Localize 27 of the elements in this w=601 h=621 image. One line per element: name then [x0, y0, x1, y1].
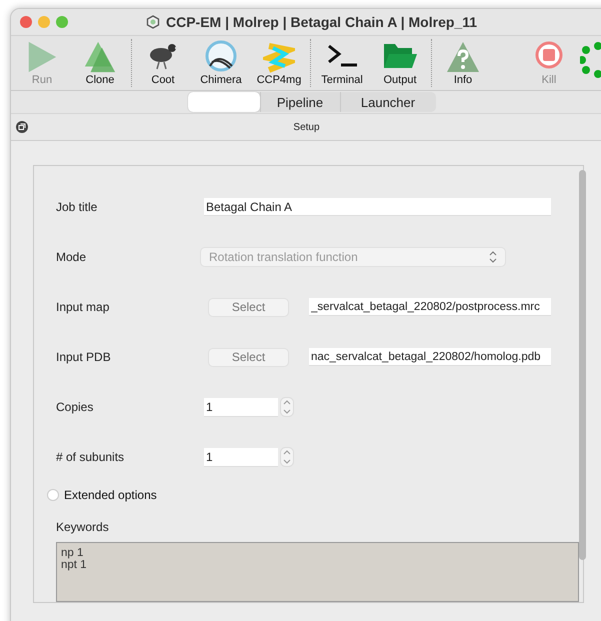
- toolbar-button[interactable]: Clone: [77, 40, 123, 90]
- field-label: Input PDB: [56, 350, 112, 364]
- toolbar-button[interactable]: Chimera: [198, 40, 244, 90]
- keywords-textarea[interactable]: np 1 npt 1: [56, 542, 579, 602]
- radio-label: Extended options: [64, 488, 157, 502]
- field-label: # of subunits: [56, 450, 126, 464]
- field-label: Input map: [56, 300, 110, 314]
- number-field[interactable]: 1: [204, 448, 278, 466]
- select-button[interactable]: Select: [208, 298, 289, 316]
- tab[interactable]: Launcher: [340, 92, 436, 112]
- toolbar-button[interactable]: Info: [440, 40, 486, 90]
- toolbar-button[interactable]: Output: [377, 40, 423, 90]
- select-button[interactable]: Select: [208, 348, 289, 366]
- text-field[interactable]: Betagal Chain A: [204, 198, 551, 216]
- toolbar-button[interactable]: Coot: [140, 40, 186, 90]
- keywords-label: Keywords: [56, 520, 110, 534]
- field-label: Job title: [56, 200, 98, 214]
- field-label: Mode: [56, 250, 88, 264]
- toolbar-button[interactable]: Terminal: [319, 40, 365, 90]
- path-field[interactable]: _servalcat_betagal_220802/postprocess.mrc: [309, 298, 551, 316]
- toolbar-button[interactable]: CCP4mg: [256, 40, 302, 90]
- path-field[interactable]: nac_servalcat_betagal_220802/homolog.pdb: [309, 348, 551, 366]
- number-field[interactable]: 1: [204, 398, 278, 416]
- tab[interactable]: Pipeline: [260, 92, 340, 112]
- section-title: Setup: [293, 122, 320, 132]
- window-title: CCP-EM | Molrep | Betagal Chain A | Molrep_11: [166, 14, 477, 30]
- field-label: Copies: [56, 400, 94, 414]
